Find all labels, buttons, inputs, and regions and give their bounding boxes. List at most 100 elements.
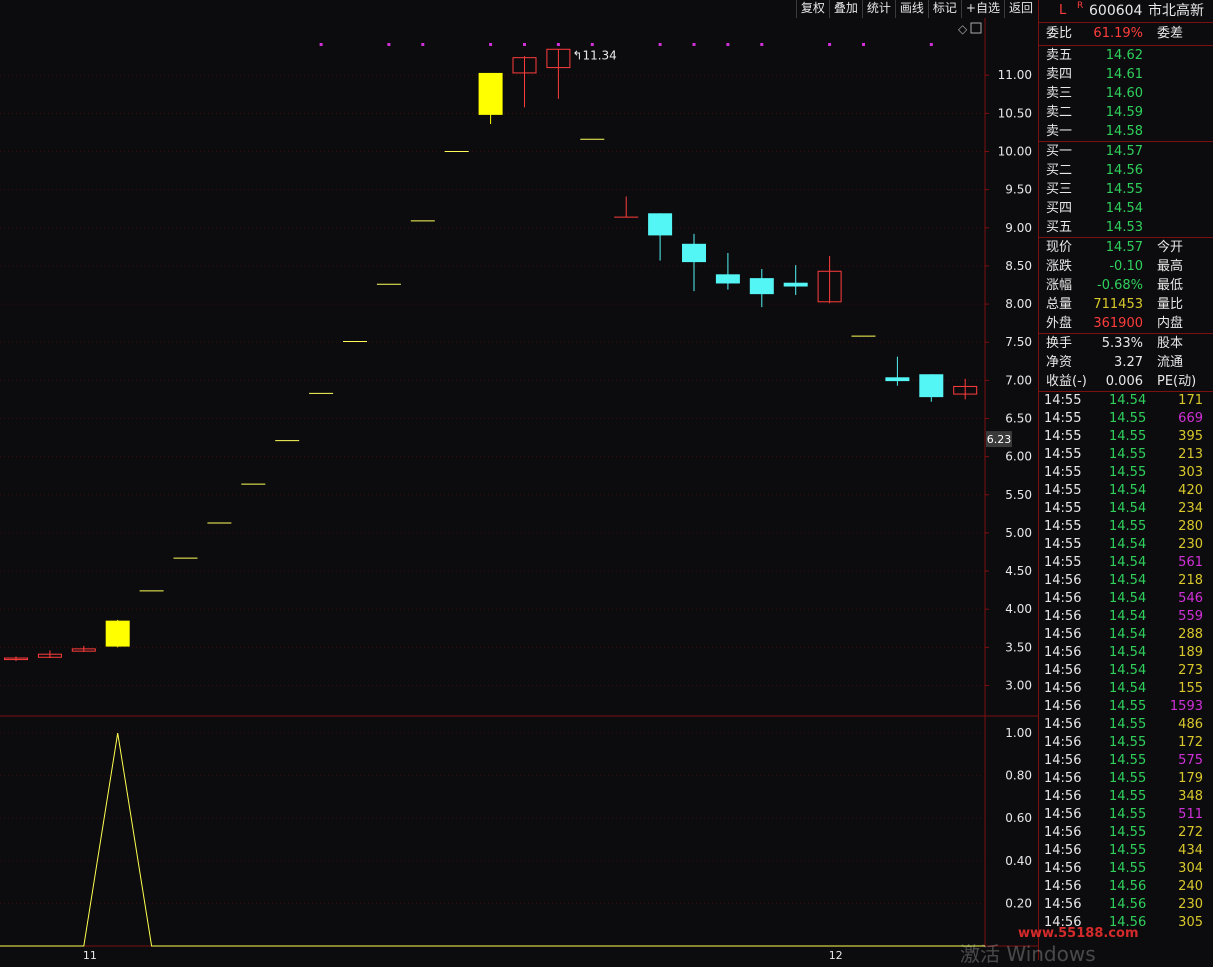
bid-row-2-label: 买三 bbox=[1046, 182, 1073, 197]
quote-row-4-value: 361900 bbox=[1093, 316, 1143, 331]
tick-time: 14:56 bbox=[1044, 681, 1082, 696]
tick-price: 14.55 bbox=[1109, 411, 1147, 426]
tick-volume: 179 bbox=[1178, 771, 1203, 786]
quote-row-2-label: 涨幅 bbox=[1046, 278, 1073, 293]
quote-row-3-label2: 量比 bbox=[1157, 297, 1184, 312]
tick-volume: 486 bbox=[1178, 717, 1203, 732]
bid-row-4-label: 买五 bbox=[1046, 220, 1073, 235]
price-axis-label: 6.50 bbox=[1005, 411, 1032, 425]
tick-price: 14.55 bbox=[1109, 429, 1147, 444]
tick-volume: 559 bbox=[1178, 609, 1203, 624]
tick-row: 14:56 14.54 546 bbox=[1039, 590, 1213, 608]
x-axis-label: 11 bbox=[83, 949, 97, 960]
tick-price: 14.55 bbox=[1109, 825, 1147, 840]
ask-row-3-label: 卖二 bbox=[1046, 105, 1073, 120]
indicator-line bbox=[0, 732, 985, 947]
ask-row-1: 卖四 14.61 bbox=[1039, 65, 1213, 84]
price-axis-label: 4.50 bbox=[1005, 564, 1032, 578]
tick-time: 14:56 bbox=[1044, 789, 1082, 804]
tick-time: 14:55 bbox=[1044, 501, 1082, 516]
price-axis-label: 5.00 bbox=[1005, 526, 1032, 540]
stat-row-1-value: 3.27 bbox=[1114, 355, 1143, 370]
toolbar-button-5[interactable]: +自选 bbox=[960, 0, 1004, 18]
tick-time: 14:56 bbox=[1044, 609, 1082, 624]
tick-list[interactable]: 14:55 14.54 171 14:55 14.55 669 14:55 14.55 395 1… bbox=[1039, 392, 1213, 932]
tick-row: 14:56 14.54 218 bbox=[1039, 572, 1213, 590]
toolbar-button-3[interactable]: 画线 bbox=[894, 0, 928, 18]
quote-row-1-label2: 最高 bbox=[1157, 259, 1184, 274]
tick-price: 14.55 bbox=[1109, 753, 1147, 768]
tick-time: 14:55 bbox=[1044, 555, 1082, 570]
stat-row-0: 换手 5.33% 股本 bbox=[1039, 334, 1213, 353]
candle-body bbox=[715, 274, 740, 284]
panel-toggle-icon bbox=[970, 22, 982, 34]
quote-stats: 现价 14.57 今开 涨跌 -0.10 最高 涨幅 -0.68% 最低 总量 711453 量比 外盘… bbox=[1039, 238, 1213, 333]
stock-badge: R bbox=[1077, 1, 1084, 11]
toolbar-button-0[interactable]: 复权 bbox=[795, 0, 829, 18]
tick-volume: 280 bbox=[1178, 519, 1203, 534]
price-axis-label: 3.50 bbox=[1005, 640, 1032, 654]
quote-row-1-label: 涨跌 bbox=[1046, 259, 1073, 274]
tick-volume: 172 bbox=[1178, 735, 1203, 750]
tick-volume: 561 bbox=[1178, 555, 1203, 570]
stock-header: L R 600604 市北高新 bbox=[1039, 0, 1213, 23]
candle-body bbox=[682, 243, 706, 263]
tick-volume: 669 bbox=[1178, 411, 1203, 426]
tick-volume: 218 bbox=[1178, 573, 1203, 588]
tick-volume: 303 bbox=[1178, 465, 1203, 480]
bid-row-1-value: 14.56 bbox=[1105, 163, 1143, 178]
bid-row-0: 买一 14.57 bbox=[1039, 142, 1213, 161]
toolbar-button-4[interactable]: 标记 bbox=[927, 0, 961, 18]
tick-volume: 348 bbox=[1178, 789, 1203, 804]
kline-chart[interactable]: 11.00 10.50 10.00 9.50 9.00 8.50 8.00 7.50 7.00 6… bbox=[0, 0, 1038, 960]
tick-volume: 511 bbox=[1178, 807, 1203, 822]
candle-body bbox=[105, 620, 130, 647]
tick-time: 14:55 bbox=[1044, 411, 1082, 426]
toolbar-button-6[interactable]: 返回 bbox=[1003, 0, 1037, 18]
quote-row-0: 现价 14.57 今开 bbox=[1039, 238, 1213, 257]
tick-volume: 155 bbox=[1178, 681, 1203, 696]
price-axis-label: 7.00 bbox=[1005, 373, 1032, 387]
tick-row: 14:56 14.54 288 bbox=[1039, 626, 1213, 644]
signal-dot bbox=[760, 43, 764, 46]
tick-row: 14:55 14.55 395 bbox=[1039, 428, 1213, 446]
tick-row: 14:56 14.54 189 bbox=[1039, 644, 1213, 662]
bid-row-3-label: 买四 bbox=[1046, 201, 1073, 216]
tick-time: 14:55 bbox=[1044, 483, 1082, 498]
stat-row-0-label: 换手 bbox=[1046, 336, 1073, 351]
tick-price: 14.54 bbox=[1109, 627, 1147, 642]
tick-time: 14:56 bbox=[1044, 627, 1082, 642]
candle-body bbox=[919, 374, 944, 398]
fundamental-stats: 换手 5.33% 股本 净资 3.27 流通 收益(-) 0.006 PE(动) bbox=[1039, 334, 1213, 391]
tick-price: 14.55 bbox=[1109, 771, 1147, 786]
ask-row-2: 卖三 14.60 bbox=[1039, 84, 1213, 103]
tick-time: 14:56 bbox=[1044, 771, 1082, 786]
tick-volume: 434 bbox=[1178, 843, 1203, 858]
toolbar-button-2[interactable]: 统计 bbox=[861, 0, 895, 18]
signal-dot bbox=[692, 43, 696, 46]
bid-row-2-value: 14.55 bbox=[1105, 182, 1143, 197]
ask-row-4-label: 卖一 bbox=[1046, 124, 1073, 139]
tick-price: 14.55 bbox=[1109, 789, 1147, 804]
tick-volume: 288 bbox=[1178, 627, 1203, 642]
signal-dot bbox=[658, 43, 662, 46]
tick-price: 14.54 bbox=[1109, 663, 1147, 678]
tick-price: 14.55 bbox=[1109, 519, 1147, 534]
price-axis-label: 7.50 bbox=[1005, 335, 1032, 349]
tick-time: 14:56 bbox=[1044, 807, 1082, 822]
tick-volume: 1593 bbox=[1169, 699, 1203, 714]
tick-row: 14:55 14.55 303 bbox=[1039, 464, 1213, 482]
tick-row: 14:56 14.55 511 bbox=[1039, 806, 1213, 824]
toolbar-button-1[interactable]: 叠加 bbox=[828, 0, 862, 18]
bid-row-1: 买二 14.56 bbox=[1039, 161, 1213, 180]
quote-row-3-value: 711453 bbox=[1093, 297, 1143, 312]
tick-row: 14:56 14.55 434 bbox=[1039, 842, 1213, 860]
tick-row: 14:56 14.54 273 bbox=[1039, 662, 1213, 680]
tick-row: 14:55 14.55 280 bbox=[1039, 518, 1213, 536]
tick-time: 14:56 bbox=[1044, 591, 1082, 606]
signal-dot bbox=[828, 43, 832, 46]
signal-dot bbox=[421, 43, 425, 46]
order-ratio-value: 61.19% bbox=[1093, 26, 1143, 41]
tick-price: 14.54 bbox=[1109, 681, 1147, 696]
quote-panel: L R 600604 市北高新 委比 61.19% 委差 卖五 14.62 卖四 14… bbox=[1038, 0, 1213, 960]
